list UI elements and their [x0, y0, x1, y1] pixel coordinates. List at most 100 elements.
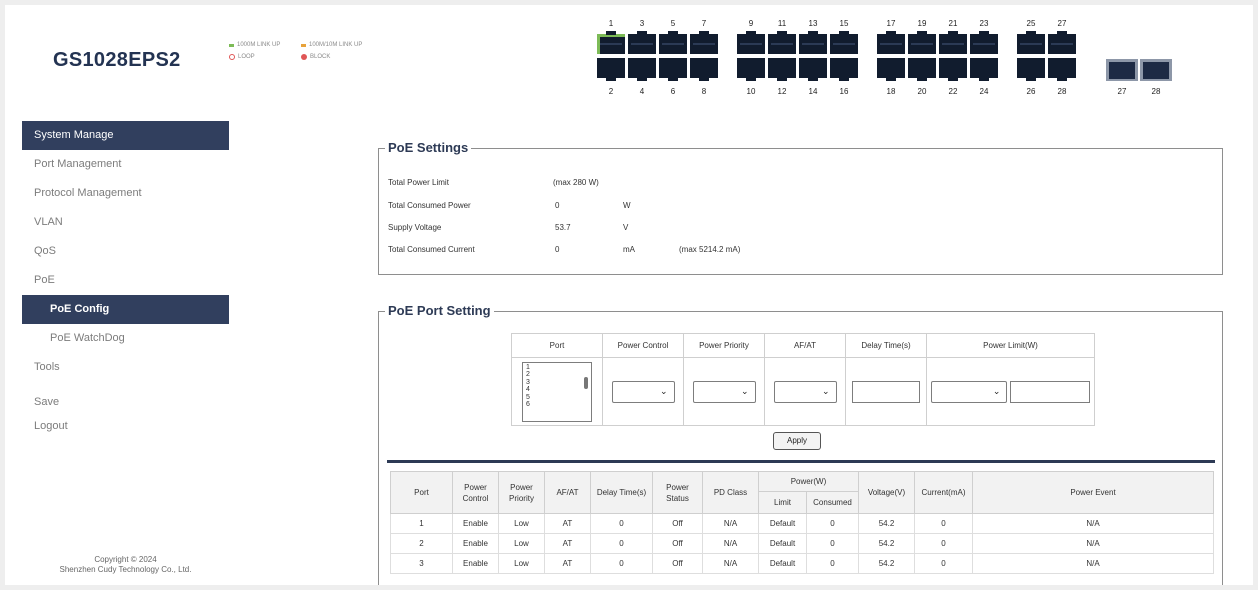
supply-voltage-label: Supply Voltage: [388, 223, 442, 232]
supply-voltage-unit: V: [623, 223, 629, 232]
port-number-label: 23: [979, 19, 989, 28]
port-number-label: 19: [917, 19, 927, 28]
afat-cell: ⌄: [764, 357, 846, 426]
ethernet-port-6[interactable]: [659, 58, 687, 81]
legend-loop-label: LOOP: [238, 54, 255, 60]
port-option[interactable]: 4: [526, 386, 588, 394]
ethernet-port-16[interactable]: [830, 58, 858, 81]
copyright-line-2: Shenzhen Cudy Technology Co., Ltd.: [59, 565, 192, 574]
ethernet-port-19[interactable]: [908, 31, 936, 54]
afat-select[interactable]: ⌄: [773, 380, 837, 403]
port-multiselect[interactable]: 1 2 3 4 5 6: [522, 361, 592, 422]
section-divider: [387, 460, 1215, 463]
power-priority-select[interactable]: ⌄: [692, 380, 756, 403]
ethernet-port-15[interactable]: [830, 31, 858, 54]
cell-consumed: 0: [806, 513, 859, 534]
total-consumed-current-max: (max 5214.2 mA): [679, 245, 741, 254]
config-col-delay-time: Delay Time(s): [845, 333, 927, 358]
port-option[interactable]: 5: [526, 394, 588, 402]
sfp-port-27[interactable]: [1106, 59, 1138, 81]
port-list-cell: 1 2 3 4 5 6: [511, 357, 603, 426]
nav-logout[interactable]: Logout: [22, 414, 229, 438]
col-limit: Limit: [758, 491, 807, 514]
ethernet-port-11[interactable]: [768, 31, 796, 54]
config-header-row: Port Power Control Power Priority AF/AT …: [511, 333, 1095, 358]
nav-vlan[interactable]: VLAN: [22, 208, 229, 237]
nav-save[interactable]: Save: [22, 390, 229, 414]
apply-button[interactable]: Apply: [773, 432, 821, 450]
ethernet-port-17[interactable]: [877, 31, 905, 54]
port-number-label: 17: [886, 19, 896, 28]
ethernet-port-10[interactable]: [737, 58, 765, 81]
loop-icon: [229, 54, 235, 60]
power-control-select[interactable]: ⌄: [611, 380, 675, 403]
ethernet-port-24[interactable]: [970, 58, 998, 81]
port-config-table: Port Power Control Power Priority AF/AT …: [511, 333, 1095, 426]
port-option[interactable]: 2: [526, 371, 588, 379]
legend-block: BLOCK: [301, 54, 330, 60]
cell-power-control: Enable: [452, 533, 499, 554]
power-priority-cell: ⌄: [683, 357, 765, 426]
nav-qos[interactable]: QoS: [22, 237, 229, 266]
total-consumed-current-value: 0: [555, 245, 560, 254]
status-header-row: Port Power Control Power Priority AF/AT …: [390, 471, 1214, 514]
cell-pd-class: N/A: [702, 553, 759, 574]
cell-power-event: N/A: [972, 513, 1214, 534]
port-number-label: 26: [1026, 87, 1036, 96]
ethernet-port-21[interactable]: [939, 31, 967, 54]
port-number-label: 14: [808, 87, 818, 96]
ethernet-port-23[interactable]: [970, 31, 998, 54]
ethernet-port-13[interactable]: [799, 31, 827, 54]
sfp-port-number-label: 28: [1151, 87, 1161, 96]
power-limit-select[interactable]: ⌄: [931, 380, 1008, 403]
port-option[interactable]: 6: [526, 401, 588, 409]
port-option[interactable]: 1: [526, 364, 588, 372]
ethernet-port-25[interactable]: [1017, 31, 1045, 54]
nav-tools[interactable]: Tools: [22, 353, 229, 382]
legend-100m: 100M/10M LINK UP: [301, 42, 362, 48]
ethernet-port-8[interactable]: [690, 58, 718, 81]
port-list-scroll-thumb[interactable]: [584, 376, 588, 389]
sfp-port-28[interactable]: [1140, 59, 1172, 81]
sfp-port-number-label: 27: [1117, 87, 1127, 96]
ethernet-port-2[interactable]: [597, 58, 625, 81]
nav-system-manage[interactable]: System Manage: [22, 121, 229, 150]
nav-poe-config[interactable]: PoE Config: [22, 295, 229, 324]
delay-time-input[interactable]: [852, 380, 920, 403]
power-limit-input[interactable]: [1009, 380, 1090, 403]
config-col-port: Port: [511, 333, 603, 358]
ethernet-port-12[interactable]: [768, 58, 796, 81]
nav-protocol-management[interactable]: Protocol Management: [22, 179, 229, 208]
nav-poe[interactable]: PoE: [22, 266, 229, 295]
ethernet-port-4[interactable]: [628, 58, 656, 81]
ethernet-port-28[interactable]: [1048, 58, 1076, 81]
ethernet-port-5[interactable]: [659, 31, 687, 54]
cell-delay-time: 0: [590, 533, 653, 554]
ethernet-port-14[interactable]: [799, 58, 827, 81]
ethernet-port-3[interactable]: [628, 31, 656, 54]
ethernet-port-20[interactable]: [908, 58, 936, 81]
ethernet-port-1[interactable]: [597, 31, 625, 54]
ethernet-port-26[interactable]: [1017, 58, 1045, 81]
port-list-scrollbar[interactable]: [582, 364, 590, 420]
port-number-label: 11: [777, 19, 787, 28]
ethernet-port-27[interactable]: [1048, 31, 1076, 54]
port-number-label: 10: [746, 87, 756, 96]
sidebar: System Manage Port Management Protocol M…: [22, 121, 229, 585]
port-option[interactable]: 3: [526, 379, 588, 387]
nav-port-management[interactable]: Port Management: [22, 150, 229, 179]
cell-pd-class: N/A: [702, 533, 759, 554]
port-number-label: 21: [948, 19, 958, 28]
chevron-down-icon: ⌄: [740, 385, 749, 396]
port-number-label: 15: [839, 19, 849, 28]
legend-1000m-label: 1000M LINK UP: [237, 42, 281, 48]
ethernet-port-9[interactable]: [737, 31, 765, 54]
port-number-label: 18: [886, 87, 896, 96]
ethernet-port-7[interactable]: [690, 31, 718, 54]
ethernet-port-22[interactable]: [939, 58, 967, 81]
nav-poe-watchdog[interactable]: PoE WatchDog: [22, 324, 229, 353]
table-row: 1 Enable Low AT 0 Off N/A Default 0 54.2…: [390, 513, 1214, 534]
total-consumed-current-label: Total Consumed Current: [388, 245, 475, 254]
ethernet-port-18[interactable]: [877, 58, 905, 81]
legend-100m-label: 100M/10M LINK UP: [309, 42, 363, 48]
